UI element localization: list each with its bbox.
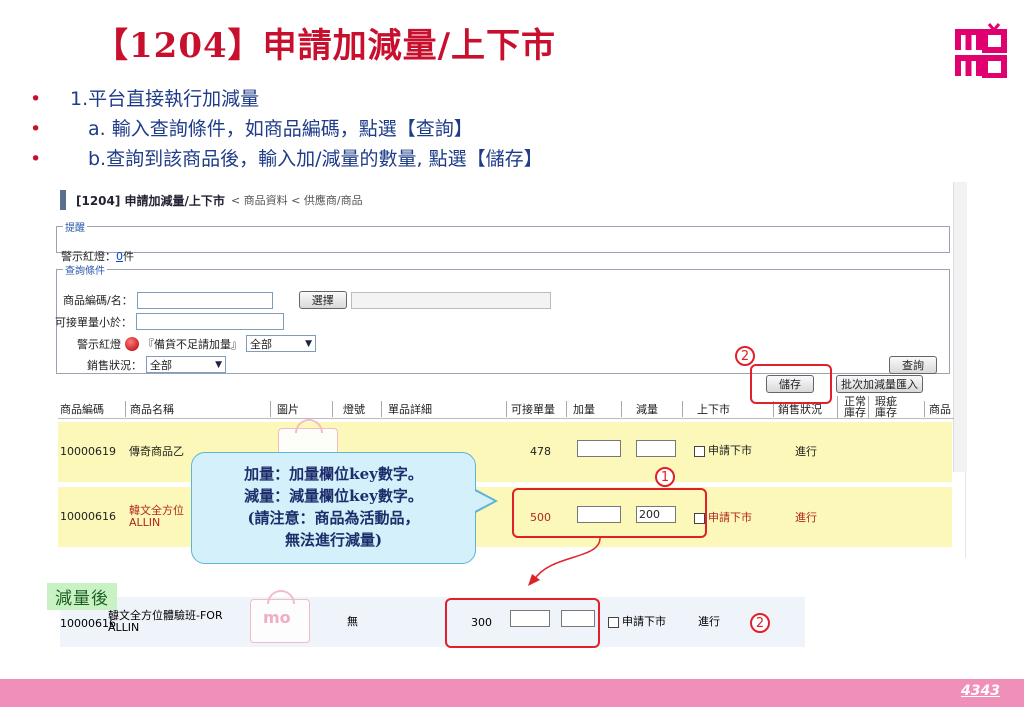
breadcrumb: < 商品資料 < 供應商/商品 bbox=[230, 194, 363, 207]
col-detail: 單品詳細 bbox=[381, 401, 432, 417]
sales-label: 銷售狀況： bbox=[87, 358, 142, 372]
warn-select-value: 全部 bbox=[250, 337, 272, 351]
row-status: 進行 bbox=[795, 445, 817, 458]
callout-line: 無法進行減量) bbox=[284, 531, 383, 549]
delist-label: 申請下市 bbox=[708, 444, 752, 457]
warn-label: 警示紅燈 bbox=[77, 337, 121, 351]
slide-title: 【1204】申請加減量/上下市 bbox=[94, 26, 557, 66]
col-listing: 上下市 bbox=[682, 401, 730, 417]
delist-label: 申請下市 bbox=[708, 511, 752, 524]
col-product: 商品 bbox=[924, 401, 951, 417]
sales-select-value: 全部 bbox=[150, 358, 172, 372]
col-light: 燈號 bbox=[332, 401, 365, 417]
bullet-marker: • bbox=[30, 88, 42, 110]
after-delist-toggle[interactable]: 申請下市 bbox=[608, 613, 666, 629]
page-number: 4343 bbox=[961, 683, 1000, 699]
qty-row: 可接單量小於： bbox=[55, 313, 284, 330]
col-code: 商品編碼 bbox=[60, 403, 104, 416]
add-qty-input[interactable] bbox=[577, 440, 621, 457]
delist-checkbox[interactable] bbox=[608, 616, 619, 628]
callout-line: 加量：加量欄位key數字。 bbox=[244, 465, 423, 483]
col-image: 圖片 bbox=[270, 401, 299, 417]
row-qty: 478 bbox=[530, 445, 551, 458]
delist-toggle[interactable]: 申請下市 bbox=[694, 442, 752, 458]
page-header: [1204] 申請加減量/上下市 < 商品資料 < 供應商/商品 bbox=[60, 190, 363, 210]
remind-panel: 提醒 警示紅燈：0件 bbox=[56, 219, 950, 263]
col-name: 商品名稱 bbox=[125, 401, 174, 417]
sales-select[interactable]: 全部 ▼ bbox=[146, 356, 226, 373]
sub-qty-input[interactable] bbox=[636, 440, 676, 457]
bullet-text: b.查詢到該商品後，輸入加/減量的數量, 點選【儲存】 bbox=[88, 148, 543, 170]
callout-tail-fill bbox=[469, 488, 494, 514]
after-status: 進行 bbox=[698, 615, 720, 628]
step-two-marker: 2 bbox=[750, 613, 770, 633]
batch-import-button[interactable]: 批次加減量匯入 bbox=[836, 375, 923, 393]
product-input[interactable] bbox=[136, 291, 273, 309]
step-two-marker: 2 bbox=[735, 346, 755, 366]
header-accent-bar bbox=[60, 190, 66, 210]
row-status: 進行 bbox=[795, 511, 817, 524]
red-light-icon bbox=[125, 336, 139, 351]
row-name-2: ALLIN bbox=[129, 516, 161, 529]
query-panel: 查詢條件 商品編碼/名： 選擇 可接單量小於： 警示紅燈 『備貨不足請加量』 全… bbox=[55, 262, 950, 374]
row-code: 10000619 bbox=[60, 445, 116, 458]
product-image: mo bbox=[250, 590, 310, 643]
momo-logo-icon bbox=[955, 23, 1007, 78]
scrollbar[interactable] bbox=[953, 182, 967, 472]
highlight-after-qty bbox=[445, 598, 600, 648]
highlight-save bbox=[750, 364, 832, 404]
product-name-display bbox=[350, 291, 551, 309]
highlight-qty-fields bbox=[512, 488, 707, 538]
select-button[interactable]: 選擇 bbox=[298, 291, 347, 309]
step-one-marker: 1 bbox=[655, 467, 675, 487]
warn-note: 『備貨不足請加量』 bbox=[143, 337, 242, 351]
after-light: 無 bbox=[347, 615, 358, 628]
chevron-down-icon: ▼ bbox=[215, 359, 222, 370]
down-arrow-icon bbox=[528, 537, 601, 586]
bullet-marker: • bbox=[30, 118, 42, 140]
delist-checkbox[interactable] bbox=[694, 445, 705, 457]
callout-line: 減量：減量欄位key數字。 bbox=[244, 487, 423, 505]
row-code: 10000616 bbox=[60, 510, 116, 523]
page-title: [1204] 申請加減量/上下市 bbox=[76, 193, 225, 208]
warn-row: 警示紅燈 『備貨不足請加量』 全部 ▼ bbox=[77, 335, 316, 352]
query-legend: 查詢條件 bbox=[65, 266, 105, 277]
after-delist-label: 申請下市 bbox=[622, 615, 666, 628]
query-button[interactable]: 查詢 bbox=[889, 356, 937, 374]
callout-line: (請注意：商品為活動品， bbox=[247, 509, 420, 527]
after-label: 減量後 bbox=[47, 583, 117, 610]
sales-row: 銷售狀況： 全部 ▼ bbox=[87, 356, 226, 373]
after-name-2: ALLIN bbox=[108, 621, 140, 634]
product-label: 商品編碼/名： bbox=[63, 294, 133, 307]
query-button-row: 查詢 bbox=[889, 356, 937, 374]
product-row: 商品編碼/名： 選擇 bbox=[63, 291, 551, 309]
after-table-row: 10000616 韓文全方位體驗班-FOR ALLIN mo 無 300 申請下… bbox=[60, 590, 805, 647]
qty-input[interactable] bbox=[136, 313, 284, 330]
bullet-text: a. 輸入查詢條件，如商品編碼，點選【查詢】 bbox=[88, 118, 473, 140]
remind-legend: 提醒 bbox=[65, 223, 85, 234]
callout-note: 加量：加量欄位key數字。 減量：減量欄位key數字。 (請注意：商品為活動品，… bbox=[191, 452, 476, 564]
col-defect-stock: 瑕疵庫存 bbox=[868, 396, 900, 418]
col-add: 加量 bbox=[566, 401, 595, 417]
col-qty: 可接單量 bbox=[506, 401, 555, 417]
footer-bar: 4343 bbox=[0, 679, 1024, 707]
row-name: 傳奇商品乙 bbox=[129, 445, 184, 458]
warn-select[interactable]: 全部 ▼ bbox=[246, 335, 316, 352]
bullet-text: 1.平台直接執行加減量 bbox=[70, 88, 260, 110]
col-normal-stock: 正常庫存 bbox=[837, 396, 867, 418]
chevron-down-icon: ▼ bbox=[305, 338, 312, 349]
qty-label: 可接單量小於： bbox=[55, 315, 132, 329]
col-sub: 減量 bbox=[621, 401, 658, 417]
bullet-marker: • bbox=[30, 148, 42, 170]
